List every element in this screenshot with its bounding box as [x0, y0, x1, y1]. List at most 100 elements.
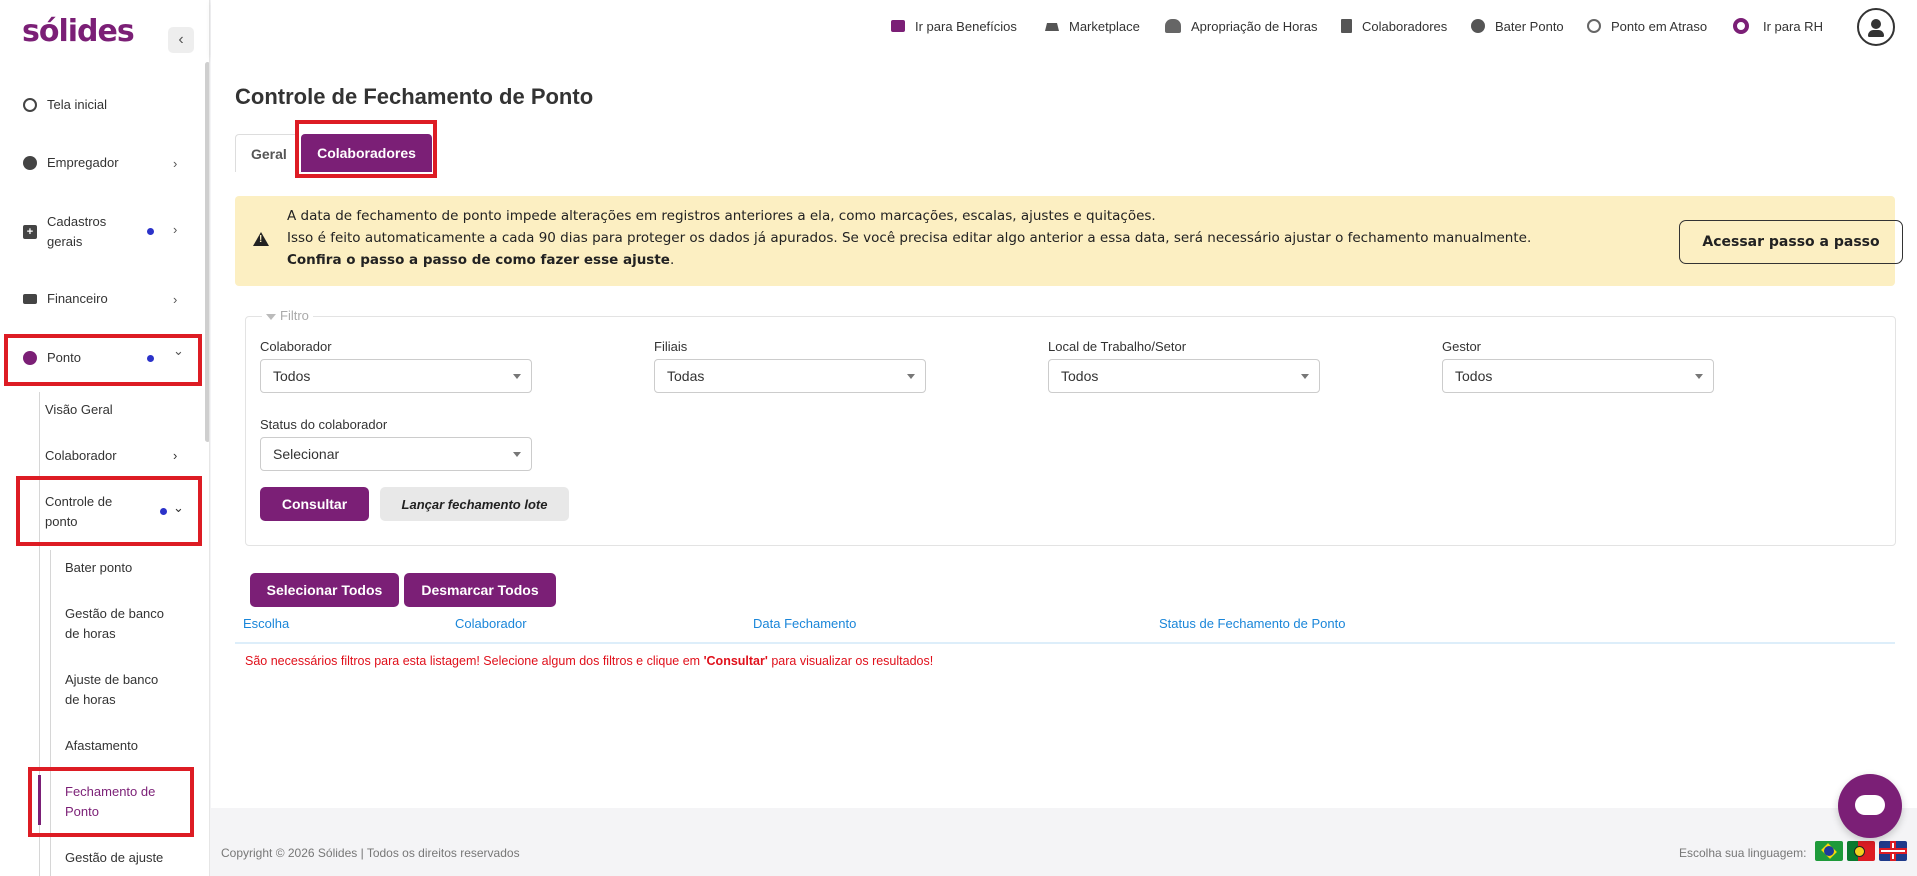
- sidebar-item-label: Empregador: [47, 155, 119, 170]
- alert-text-line: Confira o passo a passo de como fazer es…: [287, 250, 674, 270]
- chevron-down-icon: ⌄: [173, 500, 184, 515]
- column-header-colaborador[interactable]: Colaborador: [455, 616, 527, 631]
- sidebar-item-label: ponto: [45, 514, 78, 529]
- tab-geral[interactable]: Geral: [235, 134, 299, 172]
- access-step-by-step-button[interactable]: Acessar passo a passo: [1679, 220, 1903, 264]
- flag-uk-icon[interactable]: [1879, 841, 1907, 861]
- consultar-button[interactable]: Consultar: [260, 487, 369, 521]
- flag-brazil-icon[interactable]: [1815, 841, 1843, 861]
- sidebar-scrollbar[interactable]: [205, 62, 209, 442]
- filter-legend[interactable]: Filtro: [262, 308, 313, 323]
- chevron-down-icon: ⌄: [173, 343, 184, 358]
- gestor-select[interactable]: Todos: [1442, 359, 1714, 393]
- message-text: para visualizar os resultados!: [767, 654, 934, 668]
- alert-guide-link-text: Confira o passo a passo de como fazer es…: [287, 252, 670, 268]
- link-label: Ir para RH: [1763, 18, 1823, 34]
- warning-icon: [253, 232, 269, 246]
- chat-icon[interactable]: [1838, 774, 1902, 838]
- solides-o-icon: [1733, 18, 1749, 34]
- filter-label-filiais: Filiais: [654, 339, 688, 354]
- notification-dot: [147, 228, 154, 235]
- alert-text-line: A data de fechamento de ponto impede alt…: [287, 208, 1156, 224]
- sidebar-item-label: Ajuste de banco: [65, 672, 159, 687]
- active-indicator: [38, 775, 41, 825]
- link-label: Marketplace: [1069, 18, 1140, 34]
- notification-dot: [160, 508, 167, 515]
- money-icon: [23, 294, 37, 304]
- sidebar-item-financeiro[interactable]: Financeiro ›: [0, 288, 200, 310]
- copyright-text: Copyright © 2026 Sólides | Todos os dire…: [221, 846, 520, 860]
- chevron-right-icon: ›: [173, 448, 178, 463]
- filter-label-colaborador: Colaborador: [260, 339, 332, 354]
- footer: Copyright © 2026 Sólides | Todos os dire…: [211, 808, 1917, 876]
- link-ponto-em-atraso[interactable]: Ponto em Atraso: [1587, 16, 1707, 36]
- table-header-divider: [235, 642, 1895, 644]
- sidebar-item-label: de horas: [65, 626, 116, 641]
- cart-icon: [1045, 21, 1059, 31]
- solides-logo[interactable]: sólides: [22, 14, 135, 49]
- globe-icon: [23, 98, 37, 112]
- filiais-select[interactable]: Todas: [654, 359, 926, 393]
- local-trabalho-select[interactable]: Todos: [1048, 359, 1320, 393]
- link-ir-para-rh[interactable]: Ir para RH: [1733, 16, 1823, 36]
- sidebar: sólides ‹ Tela inicial Empregador › + Ca…: [0, 0, 210, 876]
- colaborador-select[interactable]: Todos: [260, 359, 532, 393]
- link-label: Bater Ponto: [1495, 18, 1564, 34]
- link-bater-ponto[interactable]: Bater Ponto: [1471, 16, 1564, 36]
- clock-icon: [1471, 19, 1485, 33]
- sidebar-item-label: Gestão de banco: [65, 606, 165, 621]
- lancar-fechamento-lote-button[interactable]: Lançar fechamento lote: [380, 487, 569, 521]
- sidebar-item-tela-inicial[interactable]: Tela inicial: [0, 94, 200, 116]
- sidebar-item-controle-de-ponto[interactable]: Controle de ponto ⌄: [45, 492, 185, 532]
- link-label: Ponto em Atraso: [1611, 18, 1708, 34]
- user-avatar-button[interactable]: [1857, 8, 1895, 46]
- main-content: Controle de Fechamento de Ponto Geral Co…: [211, 56, 1917, 808]
- filter-legend-label: Filtro: [280, 308, 309, 323]
- notification-dot: [147, 355, 154, 362]
- plus-square-icon: +: [23, 225, 37, 239]
- link-label: Colaboradores: [1362, 18, 1448, 34]
- select-all-button[interactable]: Selecionar Todos: [250, 573, 399, 607]
- sidebar-item-colaborador[interactable]: Colaborador ›: [45, 446, 185, 466]
- alert-text-tail: .: [669, 252, 675, 268]
- chevron-right-icon: ›: [173, 222, 178, 237]
- topbar: Ir para Benefícios Marketplace Apropriaç…: [211, 0, 1917, 56]
- sidebar-item-empregador[interactable]: Empregador ›: [0, 152, 200, 174]
- link-apropriacao-de-horas[interactable]: Apropriação de Horas: [1165, 16, 1317, 36]
- info-alert: A data de fechamento de ponto impede alt…: [235, 196, 1903, 286]
- filter-panel: Filtro Colaborador Todos Filiais Todas L…: [245, 308, 1896, 546]
- sidebar-item-label: Financeiro: [47, 291, 108, 306]
- history-icon: [1587, 19, 1601, 33]
- sidebar-item-label: Colaborador: [45, 448, 117, 463]
- link-marketplace[interactable]: Marketplace: [1045, 16, 1140, 36]
- wallet-icon: [891, 20, 905, 32]
- sidebar-item-bater-ponto[interactable]: Bater ponto: [65, 558, 132, 578]
- link-ir-para-beneficios[interactable]: Ir para Benefícios: [891, 16, 1017, 36]
- column-header-data-fechamento[interactable]: Data Fechamento: [753, 616, 856, 631]
- chevron-right-icon: ›: [173, 155, 178, 171]
- sidebar-item-ponto[interactable]: Ponto ⌄: [0, 343, 200, 369]
- message-highlight: 'Consultar': [703, 654, 768, 668]
- filter-label-status: Status do colaborador: [260, 417, 388, 432]
- filter-label-gestor: Gestor: [1442, 339, 1482, 354]
- column-header-status[interactable]: Status de Fechamento de Ponto: [1159, 616, 1345, 631]
- sidebar-item-visao-geral[interactable]: Visão Geral: [45, 400, 113, 420]
- sidebar-item-ajuste-banco-horas[interactable]: Ajuste de banco de horas: [65, 670, 158, 710]
- deselect-all-button[interactable]: Desmarcar Todos: [404, 573, 556, 607]
- sidebar-item-cadastros-gerais[interactable]: + Cadastros gerais ›: [0, 210, 200, 254]
- sidebar-item-gestao-banco-horas[interactable]: Gestão de banco de horas: [65, 604, 164, 644]
- flag-portugal-icon[interactable]: [1847, 841, 1875, 861]
- status-select[interactable]: Selecionar: [260, 437, 532, 471]
- sidebar-item-label: Fechamento de: [65, 784, 156, 799]
- sidebar-item-afastamento[interactable]: Afastamento: [65, 736, 138, 756]
- sidebar-item-gestao-de-ajuste[interactable]: Gestão de ajuste: [65, 848, 163, 868]
- tab-colaboradores[interactable]: Colaboradores: [301, 134, 432, 172]
- link-label: Ir para Benefícios: [915, 18, 1017, 34]
- column-header-escolha[interactable]: Escolha: [243, 616, 289, 631]
- sidebar-item-label: Controle de: [45, 494, 113, 509]
- collapse-sidebar-button[interactable]: ‹: [168, 27, 194, 53]
- link-colaboradores[interactable]: Colaboradores: [1341, 16, 1447, 36]
- people-icon: [1165, 19, 1181, 33]
- sidebar-item-fechamento-de-ponto[interactable]: Fechamento de Ponto: [65, 782, 155, 822]
- empty-results-message: São necessários filtros para esta listag…: [245, 654, 933, 668]
